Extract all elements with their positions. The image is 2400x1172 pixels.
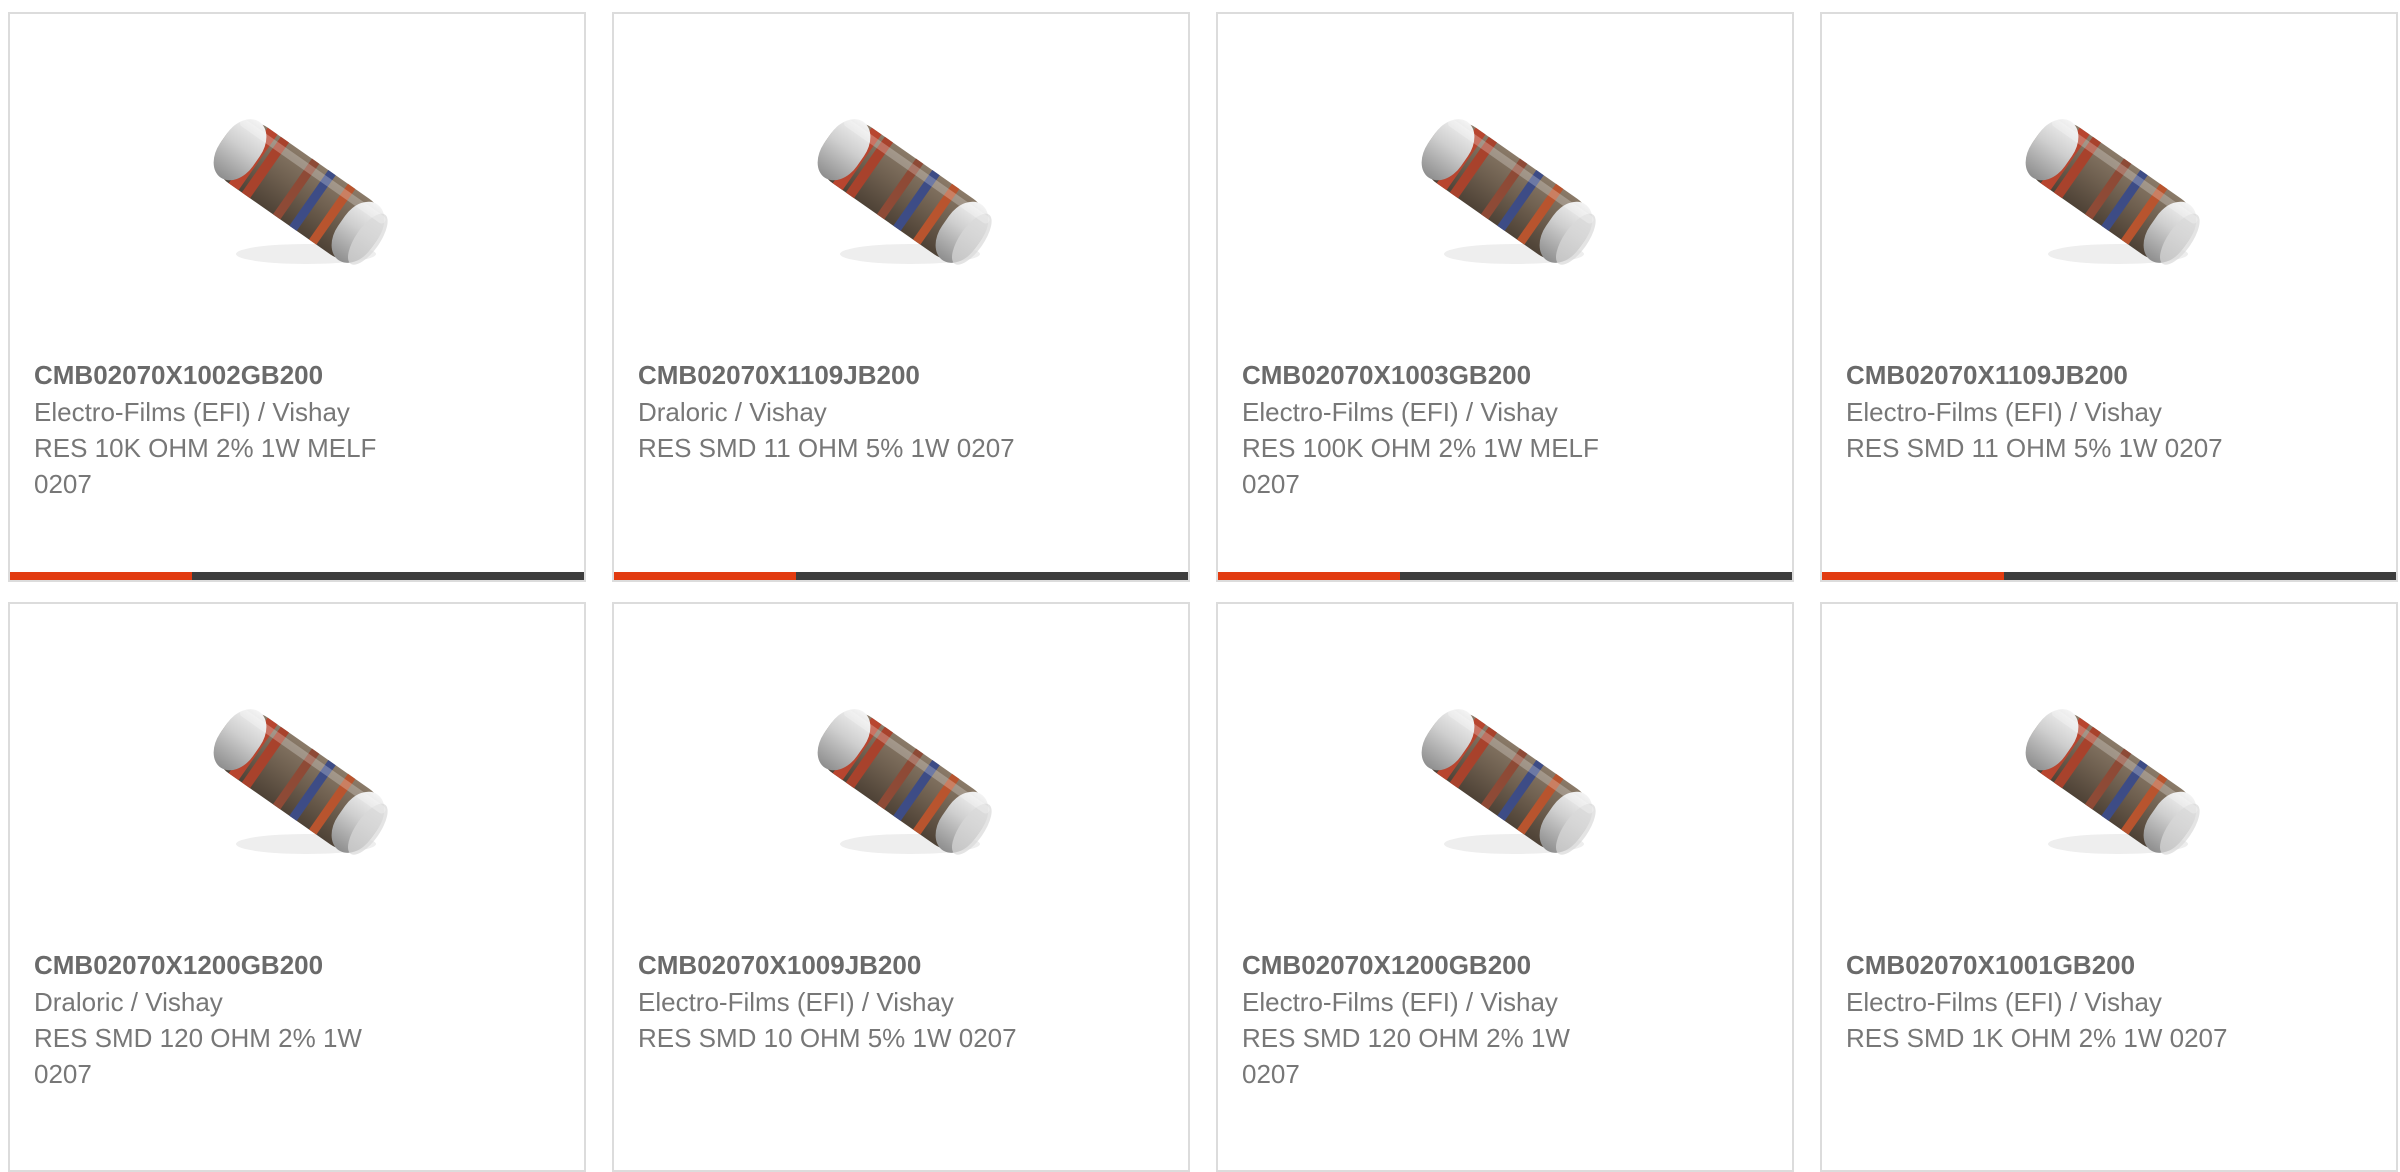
product-info: CMB02070X1002GB200 Electro-Films (EFI) /… [34, 356, 454, 502]
product-description: RES SMD 11 OHM 5% 1W 0207 [1846, 433, 2223, 463]
product-card[interactable]: CMB02070X1109JB200 Electro-Films (EFI) /… [1820, 12, 2398, 582]
product-info: CMB02070X1001GB200 Electro-Films (EFI) /… [1846, 946, 2266, 1056]
card-accent-bar [1822, 572, 2004, 580]
melf-resistor-image[interactable] [798, 86, 1008, 296]
melf-resistor-image[interactable] [1402, 86, 1612, 296]
part-number-link[interactable]: CMB02070X1002GB200 [34, 356, 454, 394]
part-number-link[interactable]: CMB02070X1009JB200 [638, 946, 1058, 984]
product-info: CMB02070X1109JB200 Electro-Films (EFI) /… [1846, 356, 2266, 466]
card-footer-bar [1218, 572, 1792, 580]
product-description: RES SMD 1K OHM 2% 1W 0207 [1846, 1023, 2228, 1053]
part-number-link[interactable]: CMB02070X1200GB200 [1242, 946, 1662, 984]
manufacturer-label: Electro-Films (EFI) / Vishay [1846, 987, 2162, 1017]
product-description: RES SMD 120 OHM 2% 1W 0207 [34, 1023, 362, 1089]
manufacturer-label: Electro-Films (EFI) / Vishay [1242, 987, 1558, 1017]
card-footer-bar [10, 572, 584, 580]
product-card[interactable]: CMB02070X1109JB200 Draloric / Vishay RES… [612, 12, 1190, 582]
part-number-link[interactable]: CMB02070X1001GB200 [1846, 946, 2266, 984]
card-accent-bar [10, 572, 192, 580]
manufacturer-label: Electro-Films (EFI) / Vishay [638, 987, 954, 1017]
part-number-link[interactable]: CMB02070X1109JB200 [1846, 356, 2266, 394]
product-info: CMB02070X1009JB200 Electro-Films (EFI) /… [638, 946, 1058, 1056]
manufacturer-label: Draloric / Vishay [638, 397, 827, 427]
manufacturer-label: Electro-Films (EFI) / Vishay [1242, 397, 1558, 427]
card-footer-bar [1822, 572, 2396, 580]
part-number-link[interactable]: CMB02070X1200GB200 [34, 946, 454, 984]
product-description: RES SMD 120 OHM 2% 1W 0207 [1242, 1023, 1570, 1089]
manufacturer-label: Electro-Films (EFI) / Vishay [34, 397, 350, 427]
manufacturer-label: Electro-Films (EFI) / Vishay [1846, 397, 2162, 427]
product-card[interactable]: CMB02070X1002GB200 Electro-Films (EFI) /… [8, 12, 586, 582]
product-card[interactable]: CMB02070X1009JB200 Electro-Films (EFI) /… [612, 602, 1190, 1172]
melf-resistor-image[interactable] [2006, 676, 2216, 886]
melf-resistor-image[interactable] [194, 676, 404, 886]
product-info: CMB02070X1003GB200 Electro-Films (EFI) /… [1242, 356, 1662, 502]
product-card[interactable]: CMB02070X1003GB200 Electro-Films (EFI) /… [1216, 12, 1794, 582]
card-accent-bar [1218, 572, 1400, 580]
part-number-link[interactable]: CMB02070X1109JB200 [638, 356, 1058, 394]
melf-resistor-image[interactable] [1402, 676, 1612, 886]
product-card[interactable]: CMB02070X1200GB200 Electro-Films (EFI) /… [1216, 602, 1794, 1172]
card-accent-bar [614, 572, 796, 580]
product-info: CMB02070X1109JB200 Draloric / Vishay RES… [638, 356, 1058, 466]
product-description: RES SMD 10 OHM 5% 1W 0207 [638, 1023, 1017, 1053]
product-card[interactable]: CMB02070X1200GB200 Draloric / Vishay RES… [8, 602, 586, 1172]
product-info: CMB02070X1200GB200 Draloric / Vishay RES… [34, 946, 454, 1092]
melf-resistor-image[interactable] [2006, 86, 2216, 296]
part-number-link[interactable]: CMB02070X1003GB200 [1242, 356, 1662, 394]
product-card[interactable]: CMB02070X1001GB200 Electro-Films (EFI) /… [1820, 602, 2398, 1172]
product-description: RES 100K OHM 2% 1W MELF 0207 [1242, 433, 1599, 499]
product-description: RES SMD 11 OHM 5% 1W 0207 [638, 433, 1015, 463]
product-info: CMB02070X1200GB200 Electro-Films (EFI) /… [1242, 946, 1662, 1092]
product-description: RES 10K OHM 2% 1W MELF 0207 [34, 433, 377, 499]
product-grid: CMB02070X1002GB200 Electro-Films (EFI) /… [8, 12, 2398, 1172]
melf-resistor-image[interactable] [798, 676, 1008, 886]
manufacturer-label: Draloric / Vishay [34, 987, 223, 1017]
melf-resistor-image[interactable] [194, 86, 404, 296]
card-footer-bar [614, 572, 1188, 580]
